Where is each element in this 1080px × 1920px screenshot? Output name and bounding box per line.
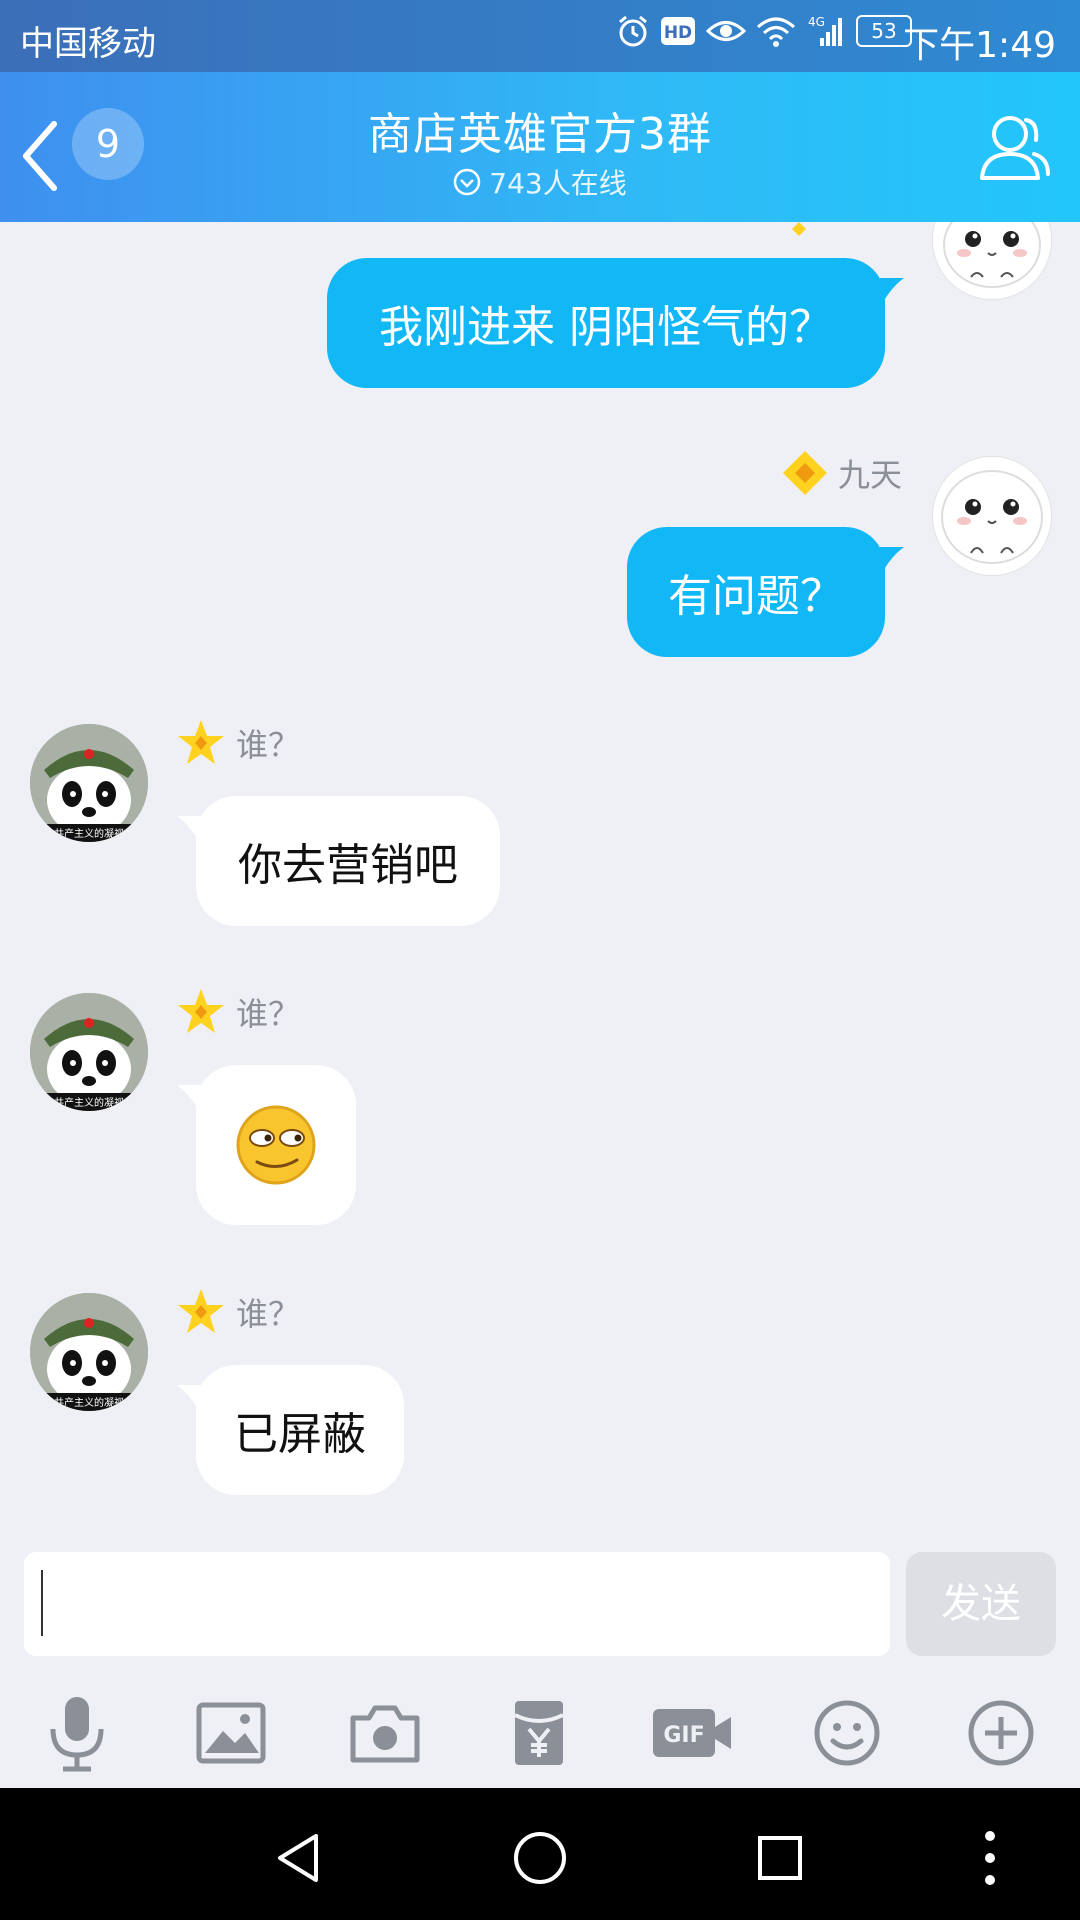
svg-text:GIF: GIF (663, 1723, 704, 1748)
bubble-tail (880, 547, 904, 577)
avatar[interactable]: 共产主义的凝视 (30, 1293, 148, 1411)
nav-back-button[interactable] (260, 1818, 340, 1898)
message-bubble[interactable]: 我刚进来 阴阳怪气的？ (327, 258, 885, 388)
emoji-icon (814, 1700, 880, 1766)
triangle-back-icon (278, 1834, 318, 1882)
status-icons: HD 4G 53 (616, 14, 912, 48)
sender-name: 谁？ (176, 987, 300, 1037)
sender-name: 谁？ (176, 1287, 300, 1337)
online-status: 743人在线 (0, 162, 1080, 202)
camera-button[interactable] (340, 1688, 430, 1778)
message-bubble[interactable]: 已屏蔽 (196, 1365, 404, 1495)
message-bubble[interactable]: 有问题？ (627, 527, 885, 657)
message-list[interactable]: 我刚进来 阴阳怪气的？ 九天 有问题？ 共产主义的凝视 谁？ 你去营销吧 共产主… (0, 222, 1080, 1542)
message-text: 已屏蔽 (234, 1409, 366, 1460)
status-bar: 中国移动 HD 4G 53 下午1:49 (0, 0, 1080, 72)
more-vertical-icon (985, 1831, 995, 1885)
nav-recents-button[interactable] (740, 1818, 820, 1898)
people-icon (980, 116, 1050, 180)
clock: 下午1:49 (903, 25, 1056, 66)
text-caret (41, 1570, 43, 1636)
member-level-icon (782, 451, 827, 495)
signal-icon: 4G (808, 15, 842, 46)
mochi-avatar-icon (943, 222, 1041, 288)
gif-button[interactable]: GIF (648, 1688, 738, 1778)
send-button[interactable]: 发送 (906, 1552, 1056, 1656)
wifi-icon (757, 17, 795, 47)
voice-button[interactable] (32, 1688, 122, 1778)
chat-header: 9 商店英雄官方3群 743人在线 (0, 72, 1080, 222)
square-recents-icon (758, 1836, 802, 1880)
svg-text:4G: 4G (808, 15, 825, 29)
svg-text:HD: HD (664, 23, 692, 43)
svg-text:共产主义的凝视: 共产主义的凝视 (54, 827, 124, 840)
emoji-button[interactable] (802, 1688, 892, 1778)
sender-name: 九天 (782, 450, 902, 496)
more-button[interactable] (956, 1688, 1046, 1778)
avatar[interactable]: 共产主义的凝视 (30, 724, 148, 842)
input-toolbar: GIF (0, 1688, 1080, 1778)
system-nav-bar (0, 1788, 1080, 1920)
camera-icon (350, 1705, 420, 1763)
svg-text:共产主义的凝视: 共产主义的凝视 (54, 1096, 124, 1109)
panda-avatar-icon: 共产主义的凝视 (30, 993, 148, 1111)
group-members-button[interactable] (976, 108, 1054, 186)
plus-icon (968, 1700, 1034, 1766)
message-bubble[interactable] (196, 1065, 356, 1225)
avatar[interactable] (932, 456, 1052, 576)
bubble-tail (880, 278, 904, 308)
chevron-circle-icon (454, 168, 481, 196)
message-text: 你去营销吧 (238, 840, 458, 891)
nav-menu-button[interactable] (950, 1818, 1030, 1898)
circle-home-icon (514, 1832, 566, 1884)
gif-icon: GIF (653, 1709, 731, 1757)
composer: 发送 GIF (0, 1540, 1080, 1788)
red-packet-icon (514, 1701, 564, 1765)
message-input[interactable] (24, 1552, 890, 1656)
hd-icon: HD (661, 17, 695, 45)
message-text: 我刚进来 阴阳怪气的？ (379, 302, 833, 353)
sender-name: 谁？ (176, 718, 300, 768)
carrier-label: 中国移动 (20, 24, 156, 64)
nav-home-button[interactable] (500, 1818, 580, 1898)
panda-avatar-icon: 共产主义的凝视 (30, 724, 148, 842)
page-title: 商店英雄官方3群 (368, 109, 712, 160)
alarm-icon (619, 15, 647, 47)
svg-text:共产主义的凝视: 共产主义的凝视 (54, 1396, 124, 1409)
avatar[interactable]: 共产主义的凝视 (30, 993, 148, 1111)
smirk-emoji-icon (236, 1105, 316, 1185)
red-packet-button[interactable] (494, 1688, 584, 1778)
online-count: 743人在线 (489, 167, 627, 200)
message-bubble[interactable]: 你去营销吧 (196, 796, 500, 926)
panda-avatar-icon: 共产主义的凝视 (30, 1293, 148, 1411)
star-icon (178, 989, 224, 1033)
message-text: 有问题？ (668, 571, 844, 622)
eye-icon (706, 21, 746, 41)
mic-icon (50, 1697, 104, 1772)
star-icon (178, 720, 224, 764)
mochi-avatar-icon (941, 470, 1043, 564)
avatar[interactable] (932, 222, 1052, 300)
member-level-icon (792, 222, 806, 236)
image-button[interactable] (186, 1688, 276, 1778)
star-icon (178, 1289, 224, 1333)
image-icon (196, 1702, 266, 1764)
